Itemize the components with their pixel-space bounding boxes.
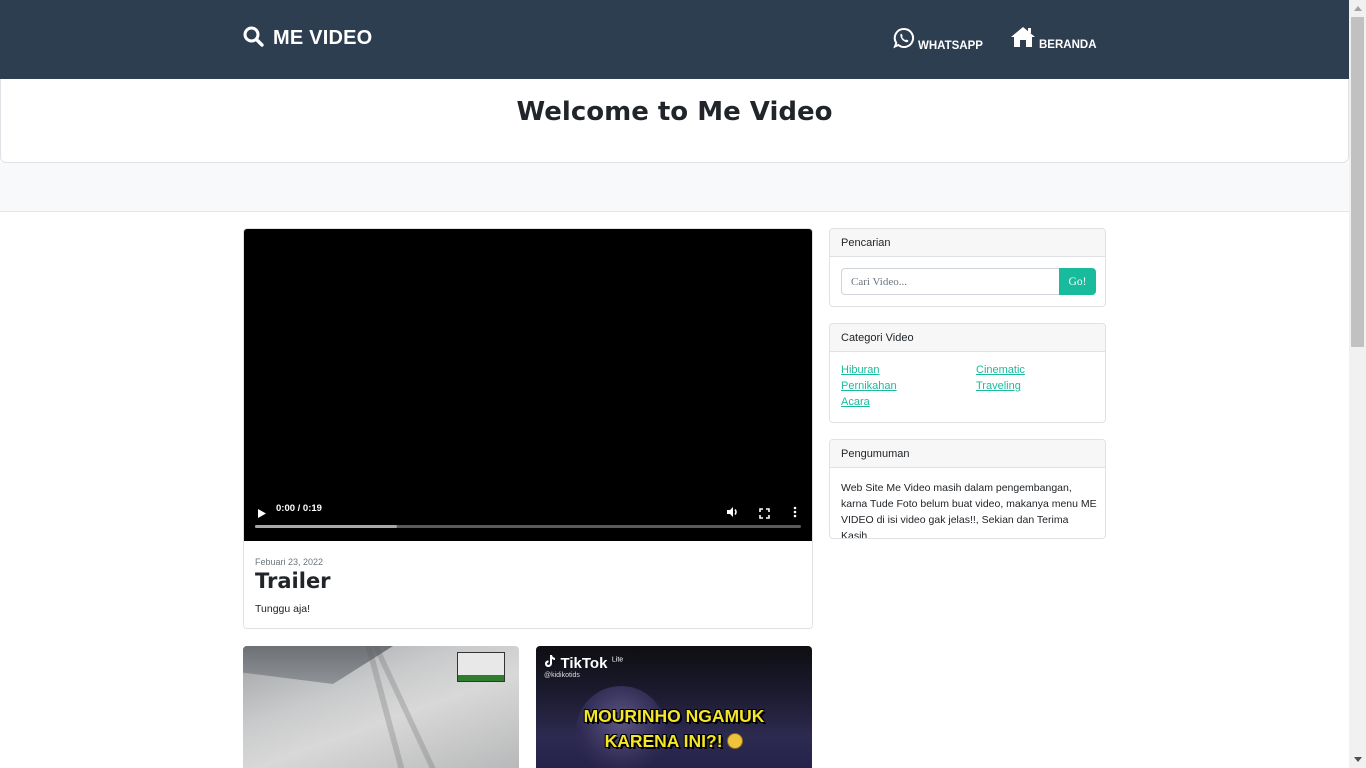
whatsapp-icon xyxy=(893,27,915,52)
video-progress-bar[interactable] xyxy=(255,525,801,528)
category-link-acara[interactable]: Acara xyxy=(841,396,870,408)
page-scrollbar[interactable] xyxy=(1349,0,1366,768)
brand-name: ME VIDEO xyxy=(273,27,373,49)
more-options-icon[interactable] xyxy=(793,503,797,522)
thumbnail-caption: MOURINHO NGAMUK KARENA INI?! xyxy=(536,704,812,754)
tiktok-brand-suffix: Lite xyxy=(611,656,624,664)
category-link-pernikahan[interactable]: Pernikahan xyxy=(841,380,897,392)
post-description: Tunggu aja! xyxy=(255,603,311,615)
video-time: 0:00 / 0:19 xyxy=(276,503,322,514)
video-thumbnail-tiktok[interactable]: TikTok Lite @kidikotids MOURINHO NGAMUK … xyxy=(536,646,812,768)
nav-whatsapp-link[interactable]: WHATSAPP xyxy=(893,27,983,52)
tiktok-icon xyxy=(544,655,560,672)
categories-card-title: Categori Video xyxy=(830,324,1105,352)
channel-logo xyxy=(457,652,505,682)
caption-line-2: KARENA INI?! xyxy=(604,731,723,751)
shocked-emoji-icon xyxy=(727,733,744,749)
video-player[interactable]: 0:00 / 0:19 xyxy=(244,229,812,541)
post-date: Febuari 23, 2022 xyxy=(255,557,324,567)
tiktok-brand: TikTok xyxy=(560,655,608,672)
section-divider xyxy=(0,163,1349,212)
post-title: Trailer xyxy=(255,569,331,593)
video-buffered xyxy=(255,525,397,528)
category-link-cinematic[interactable]: Cinematic xyxy=(976,364,1025,376)
play-icon[interactable] xyxy=(257,504,267,523)
announcement-card-title: Pengumuman xyxy=(830,440,1105,468)
fullscreen-icon[interactable] xyxy=(759,504,770,523)
search-input[interactable] xyxy=(841,268,1059,295)
scrollbar-thumb[interactable] xyxy=(1351,17,1364,347)
tiktok-watermark: TikTok Lite @kidikotids xyxy=(544,654,623,679)
nav-beranda-label: BERANDA xyxy=(1039,39,1097,51)
home-icon xyxy=(1010,26,1036,51)
nav-beranda-link[interactable]: BERANDA xyxy=(1010,26,1097,51)
scroll-down-arrow-icon[interactable] xyxy=(1349,751,1366,768)
volume-icon[interactable] xyxy=(726,503,740,522)
welcome-banner: Welcome to Me Video xyxy=(0,79,1349,163)
search-card-title: Pencarian xyxy=(830,229,1105,257)
categories-card: Categori Video Hiburan Cinematic Pernika… xyxy=(829,323,1106,423)
search-card: Pencarian Go! xyxy=(829,228,1106,307)
category-link-hiburan[interactable]: Hiburan xyxy=(841,364,880,376)
category-link-traveling[interactable]: Traveling xyxy=(976,380,1021,392)
announcement-text: Web Site Me Video masih dalam pengembang… xyxy=(841,482,1097,539)
search-icon xyxy=(243,26,264,51)
search-go-button[interactable]: Go! xyxy=(1059,268,1096,295)
page-title: Welcome to Me Video xyxy=(516,97,833,127)
search-group: Go! xyxy=(841,268,1096,295)
brand-link[interactable]: ME VIDEO xyxy=(243,26,372,51)
main-post-card: 0:00 / 0:19 Febuari 23, 2022 Trailer Tun… xyxy=(243,228,813,629)
nav-whatsapp-label: WHATSAPP xyxy=(918,40,983,52)
tiktok-username: @kidikotids xyxy=(544,672,580,679)
announcement-card: Pengumuman Web Site Me Video masih dalam… xyxy=(829,439,1106,539)
navbar: ME VIDEO WHATSAPP BERANDA xyxy=(0,0,1349,79)
caption-line-1: MOURINHO NGAMUK xyxy=(583,706,765,726)
video-thumbnail-cctv[interactable] xyxy=(243,646,519,768)
scroll-up-arrow-icon[interactable] xyxy=(1349,0,1366,17)
